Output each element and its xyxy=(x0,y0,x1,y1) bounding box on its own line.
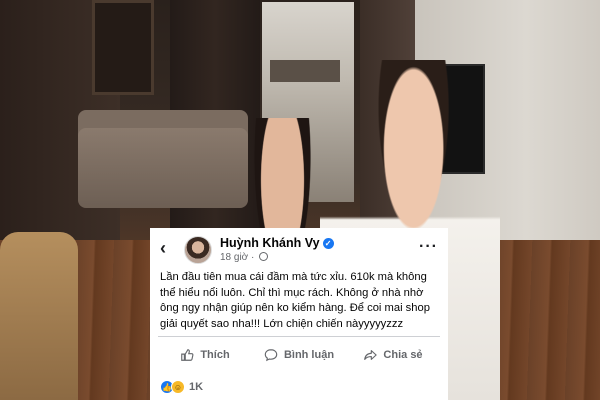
facebook-post-card: ‹ Huỳnh Khánh Vy ✓ 18 giờ · ··· Lần đầu t… xyxy=(150,228,448,400)
more-options-icon[interactable]: ··· xyxy=(419,238,438,256)
like-label: Thích xyxy=(200,349,230,361)
verified-badge-icon: ✓ xyxy=(322,238,334,249)
sofa xyxy=(78,128,248,208)
reactions-bar: 👍 ☺ 1K xyxy=(150,372,448,400)
wall-art xyxy=(92,0,154,95)
comment-icon xyxy=(264,349,278,362)
globe-icon xyxy=(259,252,269,261)
like-button[interactable]: Thích xyxy=(158,340,252,370)
post-meta: 18 giờ · xyxy=(220,252,269,263)
thumbs-up-icon xyxy=(181,349,194,361)
author-name-row[interactable]: Huỳnh Khánh Vy ✓ xyxy=(220,236,334,250)
avatar[interactable] xyxy=(184,236,212,264)
haha-reaction-icon: ☺ xyxy=(171,380,185,394)
chair xyxy=(0,232,78,400)
author-name[interactable]: Huỳnh Khánh Vy xyxy=(220,236,320,250)
back-arrow-icon[interactable]: ‹ xyxy=(160,239,174,257)
divider xyxy=(158,336,440,337)
comment-button[interactable]: Bình luận xyxy=(252,340,346,370)
post-body-text: Lần đầu tiên mua cái đầm mà tức xỉu. 610… xyxy=(160,271,430,330)
share-label: Chia sẻ xyxy=(383,349,423,361)
share-button[interactable]: Chia sẻ xyxy=(346,340,440,370)
comment-label: Bình luận xyxy=(283,349,335,361)
reaction-count[interactable]: 1K xyxy=(189,381,203,393)
post-actions: Thích Bình luận Chia sẻ xyxy=(158,340,440,370)
post-timestamp[interactable]: 18 giờ xyxy=(220,252,248,263)
post-header: ‹ Huỳnh Khánh Vy ✓ 18 giờ · ··· xyxy=(150,228,448,268)
share-icon xyxy=(364,350,378,360)
reaction-summary[interactable]: 👍 ☺ 1K xyxy=(160,380,203,394)
